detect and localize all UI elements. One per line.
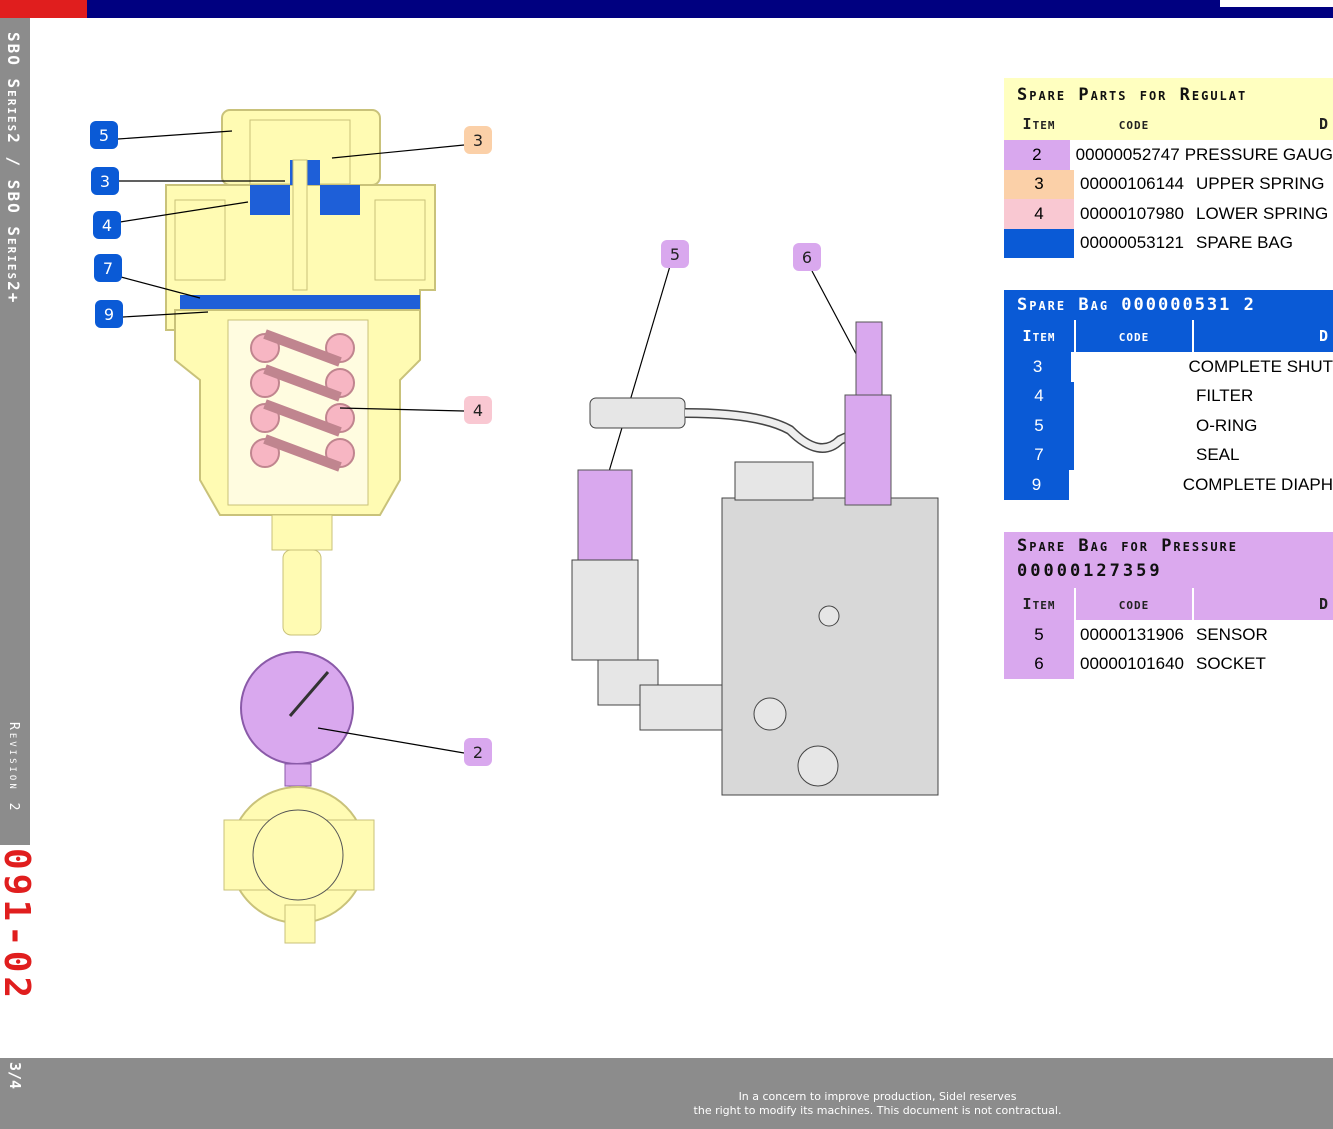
table-row: 3 00000106144 UPPER SPRING xyxy=(1004,169,1333,199)
regulator-diagram xyxy=(117,109,939,944)
header-desc: D xyxy=(1194,108,1333,140)
bottom-nut xyxy=(271,514,333,551)
cell-item: 9 xyxy=(1004,470,1069,500)
table-row: 5 O-RING xyxy=(1004,411,1333,441)
cell-item: 7 xyxy=(1004,440,1074,470)
callout-7: 7 xyxy=(94,254,122,282)
callout-gauge: 2 xyxy=(464,738,492,766)
cell-desc: O-RING xyxy=(1196,415,1258,435)
callout-socket: 6 xyxy=(793,243,821,271)
table-row: 4 FILTER xyxy=(1004,381,1333,412)
cell-desc: UPPER SPRING xyxy=(1196,174,1325,194)
cell-desc: SOCKET xyxy=(1196,654,1266,674)
cell-desc: LOWER SPRING xyxy=(1196,203,1329,223)
header-item: Item xyxy=(1004,108,1074,140)
diaphragm xyxy=(180,295,420,309)
cell-item: 5 xyxy=(1004,411,1074,441)
screw-2 xyxy=(797,745,839,787)
callout-9: 9 xyxy=(95,300,123,328)
header-desc: D xyxy=(1194,320,1333,352)
stem xyxy=(292,159,308,291)
table-row: 9 COMPLETE DIAPH xyxy=(1004,470,1333,500)
cell-item: 2 xyxy=(1004,140,1070,170)
gauge-bottom-plug xyxy=(284,904,316,944)
sensor-fitting xyxy=(571,559,639,661)
footer-line-2: the right to modify its machines. This d… xyxy=(693,1104,1062,1117)
cell-desc: PRESSURE GAUG xyxy=(1184,144,1333,164)
cell-code: 00000106144 xyxy=(1080,174,1185,194)
page-number: 3/4 xyxy=(6,1062,24,1090)
cell-desc: SEAL xyxy=(1196,445,1240,465)
cell-item: 6 xyxy=(1004,649,1074,679)
table-pressure-title: Spare Bag for Pressure xyxy=(1004,532,1333,560)
table-pressure-header: Item code D xyxy=(1004,588,1333,620)
cell-desc: FILTER xyxy=(1196,386,1254,406)
table-row: 00000053121 SPARE BAG xyxy=(1004,228,1333,258)
cell-item: 3 xyxy=(1004,352,1072,382)
cell-desc: SENSOR xyxy=(1196,624,1268,644)
cell-code: 00000101640 xyxy=(1080,654,1185,674)
adjust-knob xyxy=(282,549,322,636)
table-spare-bag: Spare Bag 000000531 2 Item code D 3 COMP… xyxy=(1004,290,1333,500)
gauge-fitting-bore xyxy=(252,809,344,901)
table-regulator-header: Item code D xyxy=(1004,108,1333,140)
footer-disclaimer: In a concern to improve production, Side… xyxy=(650,1090,1105,1118)
cell-item: 5 xyxy=(1004,620,1074,650)
table-regulator-parts: Spare Parts for Regulat Item code D 2 00… xyxy=(1004,78,1333,258)
callout-sensor: 5 xyxy=(661,240,689,268)
cell-code xyxy=(1076,441,1192,471)
header-item: Item xyxy=(1004,588,1074,620)
cell-code xyxy=(1073,352,1184,382)
cell-code: 00000107980 xyxy=(1080,203,1185,223)
screw-1 xyxy=(818,605,840,627)
table-spare-bag-title: Spare Bag 000000531 2 xyxy=(1004,290,1333,320)
callout-4: 4 xyxy=(93,211,121,239)
cell-desc: SPARE BAG xyxy=(1196,233,1293,253)
header-code: code xyxy=(1076,108,1192,140)
union xyxy=(639,684,726,731)
table-row: 7 SEAL xyxy=(1004,440,1333,471)
header-desc: D xyxy=(1194,588,1333,620)
port-right xyxy=(374,199,426,281)
cell-code: 00000052747 xyxy=(1075,144,1180,164)
table-row: 6 00000101640 SOCKET xyxy=(1004,649,1333,679)
callout-3: 3 xyxy=(91,167,119,195)
pressure-sensor xyxy=(577,469,633,561)
table-row: 4 00000107980 LOWER SPRING xyxy=(1004,199,1333,229)
port-fitting xyxy=(753,697,787,731)
cell-desc: COMPLETE SHUT xyxy=(1188,356,1333,376)
socket xyxy=(844,394,892,506)
table-row: 2 00000052747 PRESSURE GAUG xyxy=(1004,140,1333,170)
cell-item: 4 xyxy=(1004,381,1074,411)
cell-code: 00000053121 xyxy=(1080,233,1185,253)
cell-item: 3 xyxy=(1004,169,1074,199)
table-regulator-title: Spare Parts for Regulat xyxy=(1004,78,1333,108)
cell-code xyxy=(1076,382,1192,412)
header-code: code xyxy=(1076,588,1192,620)
callout-upper-spring: 3 xyxy=(464,126,492,154)
socket-pin xyxy=(855,321,883,398)
table-pressure-code: 00000127359 xyxy=(1004,560,1333,588)
cable-connector xyxy=(589,397,686,429)
cell-item: 4 xyxy=(1004,199,1074,229)
top-fitting xyxy=(734,461,814,501)
footer-line-1: In a concern to improve production, Side… xyxy=(738,1090,1017,1103)
cell-code: 00000131906 xyxy=(1080,624,1185,644)
callout-5: 5 xyxy=(90,121,118,149)
gauge-neck xyxy=(284,763,312,787)
table-row: 5 00000131906 SENSOR xyxy=(1004,620,1333,650)
cell-code xyxy=(1076,411,1192,441)
cell-item xyxy=(1004,228,1074,258)
cell-code xyxy=(1071,470,1179,500)
callout-lower-spring: 4 xyxy=(464,396,492,424)
header-item: Item xyxy=(1004,320,1074,352)
table-row: 3 COMPLETE SHUT xyxy=(1004,352,1333,382)
header-code: code xyxy=(1076,320,1192,352)
top-white-notch xyxy=(1220,0,1333,7)
cell-desc: COMPLETE DIAPH xyxy=(1182,474,1333,494)
table-pressure-bag: Spare Bag for Pressure 00000127359 Item … xyxy=(1004,532,1333,679)
table-spare-bag-header: Item code D xyxy=(1004,320,1333,352)
